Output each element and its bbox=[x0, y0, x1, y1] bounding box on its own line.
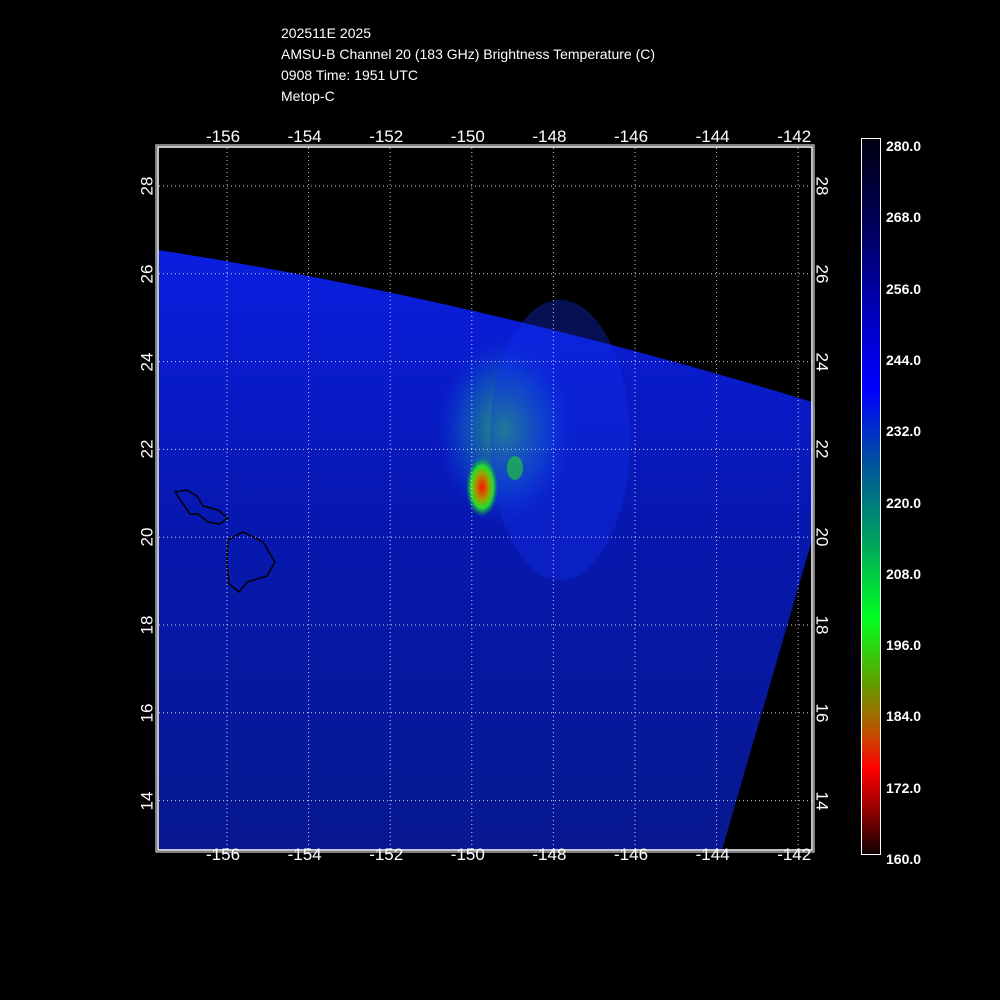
colorbar-label: 220.0 bbox=[886, 494, 922, 511]
lat-tick-label-right: 18 bbox=[812, 615, 832, 635]
lon-tick-label-bottom: -152 bbox=[369, 845, 404, 864]
lat-tick-label-right: 26 bbox=[812, 264, 832, 284]
lon-tick-label-bottom: -148 bbox=[532, 845, 567, 864]
lat-tick-label-right: 28 bbox=[812, 176, 832, 196]
lon-tick-label-top: -142 bbox=[777, 127, 812, 146]
colorbar-label: 196.0 bbox=[886, 637, 922, 654]
lat-tick-label-left: 20 bbox=[137, 527, 157, 547]
colorbar-label: 160.0 bbox=[886, 851, 922, 867]
lat-tick-label-right: 14 bbox=[812, 791, 832, 811]
lat-tick-label-left: 26 bbox=[137, 264, 157, 284]
lon-tick-label-top: -144 bbox=[695, 127, 730, 146]
lon-tick-label-bottom: -154 bbox=[287, 845, 322, 864]
colorbar-label: 244.0 bbox=[886, 351, 922, 368]
lat-tick-label-right: 22 bbox=[812, 439, 832, 459]
lon-tick-label-top: -150 bbox=[450, 127, 485, 146]
colorbar-label: 232.0 bbox=[886, 423, 922, 440]
lon-tick-label-top: -148 bbox=[532, 127, 567, 146]
lon-tick-label-top: -146 bbox=[614, 127, 649, 146]
map-plot bbox=[155, 144, 815, 853]
lat-tick-label-left: 24 bbox=[137, 352, 157, 372]
lat-tick-label-left: 14 bbox=[137, 791, 157, 811]
lat-tick-label-left: 22 bbox=[137, 439, 157, 459]
lon-tick-label-top: -156 bbox=[206, 127, 241, 146]
colorbar-label: 268.0 bbox=[886, 209, 922, 226]
colorbar-label: 184.0 bbox=[886, 708, 922, 725]
lon-tick-label-bottom: -144 bbox=[695, 845, 730, 864]
lon-tick-label-bottom: -142 bbox=[777, 845, 812, 864]
lat-tick-label-left: 18 bbox=[137, 615, 157, 635]
lon-tick-label-top: -152 bbox=[369, 127, 404, 146]
lat-tick-label-right: 16 bbox=[812, 703, 832, 723]
lat-tick-label-right: 24 bbox=[812, 352, 832, 372]
lat-tick-label-left: 28 bbox=[137, 176, 157, 196]
lon-tick-label-bottom: -146 bbox=[614, 845, 649, 864]
colorbar-label: 172.0 bbox=[886, 779, 922, 796]
colorbar-label: 256.0 bbox=[886, 280, 922, 297]
colorbar-label: 208.0 bbox=[886, 565, 922, 582]
lon-tick-label-top: -154 bbox=[287, 127, 322, 146]
lat-tick-label-right: 20 bbox=[812, 527, 832, 547]
colorbar-label: 280.0 bbox=[886, 138, 922, 154]
lat-tick-label-left: 16 bbox=[137, 703, 157, 723]
colorbar bbox=[861, 138, 881, 855]
storm-core bbox=[466, 457, 498, 517]
lon-tick-label-bottom: -150 bbox=[450, 845, 485, 864]
lon-tick-label-bottom: -156 bbox=[206, 845, 241, 864]
